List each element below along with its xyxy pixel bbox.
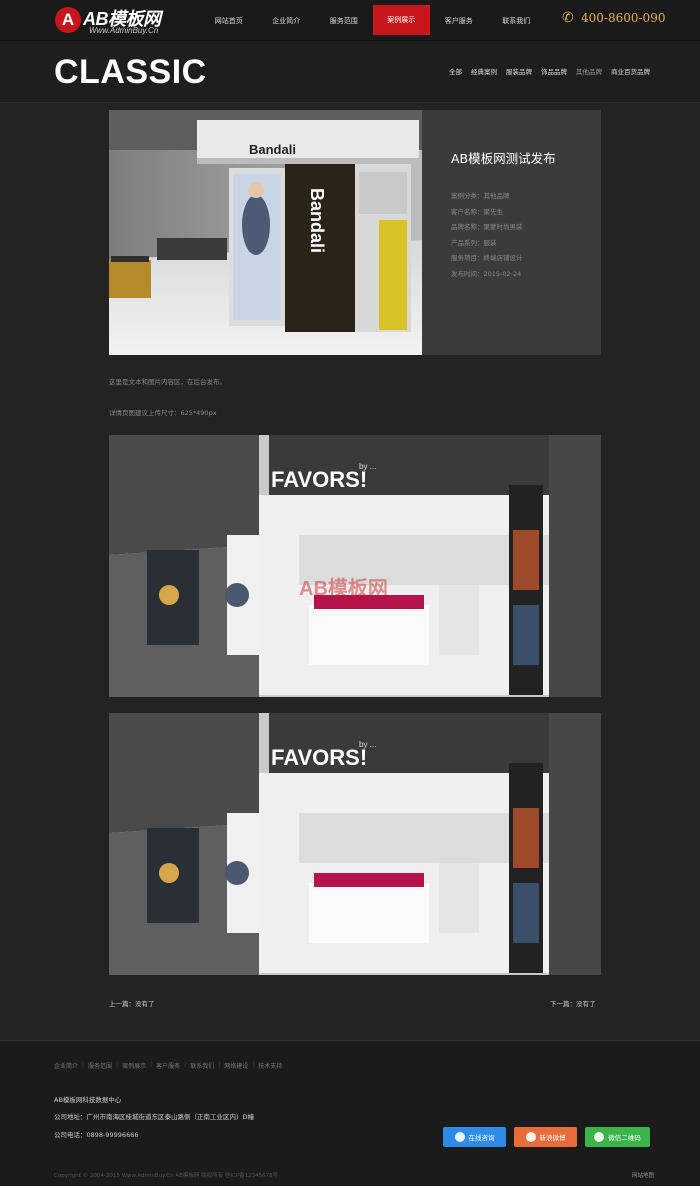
footer-separator: | <box>150 1061 153 1068</box>
content-image-1: FAVORS! by ... AB模板网 <box>109 435 601 697</box>
copyright: Copyright © 2004-2015 Www.AdminBuy.Cn AB… <box>54 1173 279 1179</box>
logo[interactable]: A AB模板网 Www.AdminBuy.Cn <box>55 5 175 37</box>
category-department-store[interactable]: 商业百货品牌 <box>611 66 650 76</box>
footer-link-cases[interactable]: 案例展示 <box>122 1061 146 1070</box>
footer-link-about[interactable]: 企业简介 <box>54 1061 78 1070</box>
meta-client: 客户名称：聚先生 <box>451 207 503 216</box>
qq-consult-button[interactable]: 在线咨询 <box>443 1127 506 1147</box>
footer-separator: | <box>116 1061 119 1068</box>
booth-sign-side: Bandali <box>307 188 327 253</box>
footer-separator: | <box>252 1061 255 1068</box>
logo-subtitle: Www.AdminBuy.Cn <box>89 26 159 35</box>
footer-separator: | <box>218 1061 221 1068</box>
meta-series: 产品系列：服装 <box>451 238 497 247</box>
qq-icon <box>454 1132 465 1142</box>
weibo-button[interactable]: 新浪微博 <box>514 1127 577 1147</box>
footer-link-support[interactable]: 技术支持 <box>258 1061 282 1070</box>
prev-link[interactable]: 上一篇：没有了 <box>109 998 155 1008</box>
content-image-2: FAVORS! by ... <box>109 713 601 975</box>
nav-item-customer-service[interactable]: 客户服务 <box>430 0 488 41</box>
category-classic[interactable]: 经典案例 <box>471 66 497 76</box>
footer-link-contact[interactable]: 联系我们 <box>190 1061 214 1070</box>
watermark: AB模板网 <box>299 576 388 600</box>
page-title: CLASSIC <box>54 53 207 91</box>
category-other[interactable]: 其他品牌 <box>576 66 602 76</box>
storefront-illustration: FAVORS! by ... AB模板网 <box>109 435 601 697</box>
category-apparel[interactable]: 服装品牌 <box>506 66 532 76</box>
meta-brand: 品牌名称：聚蒙时尚男装 <box>451 223 523 231</box>
storefront-illustration-2: FAVORS! by ... <box>109 713 601 975</box>
hotline-number: 400-8600-090 <box>581 11 666 25</box>
wechat-icon <box>594 1132 605 1142</box>
logo-mark: A <box>55 7 81 33</box>
footer-link-web[interactable]: 网络建设 <box>224 1061 248 1070</box>
booth-sign-front: Bandali <box>249 142 296 157</box>
case-summary: Bandali Bandali AB模板网测试发布 案例分类：其他品牌 客户名称… <box>109 110 601 355</box>
content-text-2: 详情页图建议上传尺寸：625*490px <box>109 409 217 417</box>
store-sign-small-2: by ... <box>359 740 376 749</box>
next-link[interactable]: 下一篇：没有了 <box>550 998 596 1008</box>
nav-item-about[interactable]: 企业简介 <box>258 0 316 41</box>
category-accessories[interactable]: 饰品品牌 <box>541 66 567 76</box>
nav-item-contact[interactable]: 联系我们 <box>488 0 546 41</box>
case-title: AB模板网测试发布 <box>451 151 556 166</box>
nav-item-home[interactable]: 网站首页 <box>200 0 258 41</box>
top-bar: A AB模板网 Www.AdminBuy.Cn 网站首页 企业简介 服务范围 案… <box>0 0 700 41</box>
footer-link-services[interactable]: 服务范围 <box>88 1061 112 1070</box>
booth-illustration: Bandali Bandali <box>109 110 422 355</box>
meta-service: 服务项目：终端店铺设计 <box>451 254 523 262</box>
meta-date: 发布时间：2015-02-24 <box>451 269 522 278</box>
category-all[interactable]: 全部 <box>449 66 462 76</box>
content-text-1: 这里是文本和图片内容区，在后台发布。 <box>109 378 226 386</box>
qq-consult-label: 在线咨询 <box>468 1134 495 1142</box>
main-nav: 网站首页 企业简介 服务范围 案例展示 客户服务 联系我们 <box>200 0 545 41</box>
wechat-qr-button[interactable]: 微信二维码 <box>585 1127 650 1147</box>
footer-link-customer-service[interactable]: 客户服务 <box>156 1061 180 1070</box>
store-sign: FAVORS! <box>271 467 367 492</box>
company-phone: 公司电话：0898-99996666 <box>54 1131 139 1139</box>
footer-links: 企业简介 | 服务范围 | 案例展示 | 客户服务 | 联系我们 | 网络建设 | 技术支持 <box>54 1061 282 1070</box>
store-sign-2: FAVORS! <box>271 745 367 770</box>
weibo-label: 新浪微博 <box>539 1134 566 1142</box>
footer-separator: | <box>184 1061 187 1068</box>
nav-item-services[interactable]: 服务范围 <box>315 0 373 41</box>
company-name: AB模板网科技数据中心 <box>54 1096 122 1104</box>
weibo-icon <box>525 1132 536 1142</box>
company-address: 公司地址：广州市南海区桂城街道东区泰山路侧（正南工业区内）D幢 <box>54 1113 255 1121</box>
store-sign-small: by ... <box>359 462 376 471</box>
nav-item-cases[interactable]: 案例展示 <box>372 5 430 35</box>
page-header: CLASSIC 全部 经典案例 服装品牌 饰品品牌 其他品牌 商业百货品牌 <box>0 41 700 103</box>
case-cover-image: Bandali Bandali <box>109 110 422 355</box>
category-filter: 全部 经典案例 服装品牌 饰品品牌 其他品牌 商业百货品牌 <box>440 66 650 76</box>
hotline: ✆ 400-8600-090 <box>562 10 665 26</box>
case-details: AB模板网测试发布 案例分类：其他品牌 客户名称：聚先生 品牌名称：聚蒙时尚男装… <box>451 148 591 282</box>
footer-separator: | <box>82 1061 85 1068</box>
sitemap-link[interactable]: 网站地图 <box>632 1171 654 1179</box>
meta-category: 案例分类：其他品牌 <box>451 192 510 200</box>
phone-icon: ✆ <box>562 10 574 26</box>
wechat-label: 微信二维码 <box>608 1134 641 1142</box>
